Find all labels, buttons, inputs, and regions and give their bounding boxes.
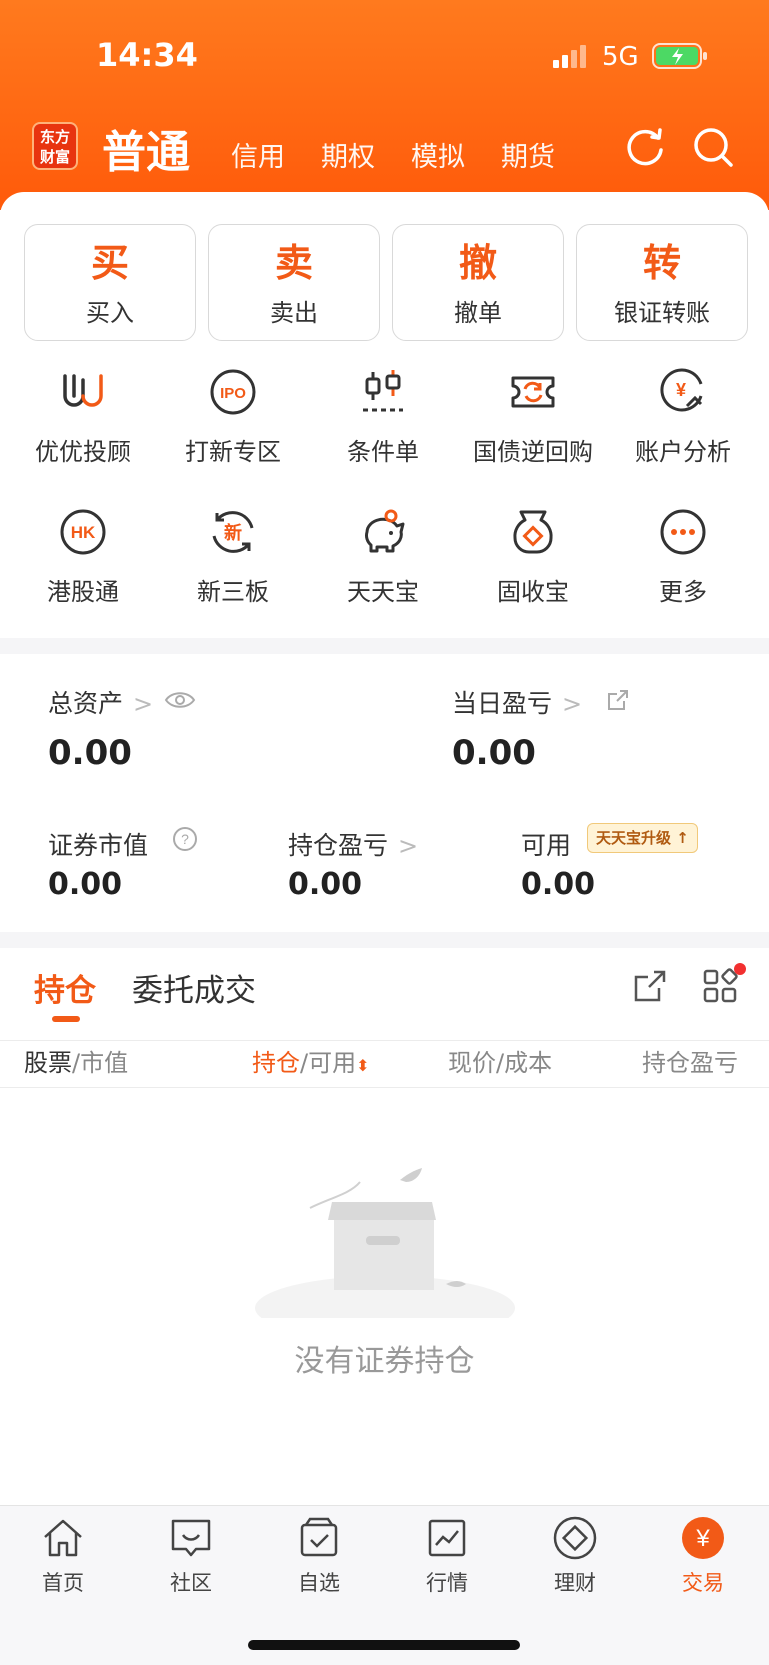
sort-icon: ⬍: [356, 1056, 370, 1075]
available-label: 可用: [521, 831, 572, 860]
feature-conditional-order[interactable]: 条件单: [308, 366, 458, 467]
position-pnl-value: 0.00: [288, 867, 363, 902]
piggy-bank-icon: [365, 509, 405, 553]
trade-icon: ¥: [682, 1517, 724, 1559]
notification-dot: [734, 963, 746, 975]
money-bag-icon: [513, 510, 553, 554]
available-value: 0.00: [521, 867, 596, 902]
buy-button[interactable]: 买 买入: [24, 224, 196, 341]
tab-futures[interactable]: 期货: [501, 135, 555, 174]
market-icon: [428, 1519, 466, 1557]
empty-box-illustration: [255, 1168, 515, 1318]
col-pnl[interactable]: 持仓盈亏: [642, 1043, 744, 1078]
empty-holdings-text: 没有证券持仓: [294, 1344, 475, 1379]
chevron-right-icon: >: [562, 690, 583, 718]
nav-trade[interactable]: ¥ 交易: [653, 1515, 753, 1597]
tab-credit[interactable]: 信用: [231, 135, 285, 174]
cancel-order-button[interactable]: 撤 撤单: [392, 224, 564, 341]
sell-button[interactable]: 卖 卖出: [208, 224, 380, 341]
neeq-icon: 新: [212, 511, 254, 553]
app-header: 14:34 5G 东方 财富 普通 信用 期权 模拟 期货: [0, 0, 769, 210]
svg-text:¥: ¥: [676, 380, 686, 400]
ipo-icon: IPO: [210, 369, 256, 415]
svg-text:¥: ¥: [695, 1525, 710, 1552]
feature-uu-advisor[interactable]: 优优投顾: [8, 366, 158, 467]
transfer-button[interactable]: 转 银证转账: [576, 224, 748, 341]
feature-bond-repo[interactable]: 国债逆回购: [458, 366, 608, 467]
nav-wealth[interactable]: 理财: [525, 1515, 625, 1597]
refresh-icon[interactable]: [622, 124, 668, 170]
watchlist-icon: [300, 1517, 338, 1557]
chevron-right-icon: >: [133, 690, 154, 718]
wealth-icon: [553, 1516, 597, 1560]
account-analysis-icon: ¥: [660, 368, 703, 412]
signal-icon: [553, 45, 586, 68]
search-icon[interactable]: [690, 124, 736, 170]
upgrade-badge[interactable]: 天天宝升级 ↑: [587, 823, 698, 853]
share-icon[interactable]: [606, 688, 630, 712]
feature-gushoubao[interactable]: 固收宝: [458, 506, 608, 607]
col-holding[interactable]: 持仓/可用⬍: [252, 1043, 370, 1078]
col-stock[interactable]: 股票/市值: [24, 1043, 128, 1078]
tab-positions[interactable]: 持仓: [34, 965, 96, 1010]
tab-normal[interactable]: 普通: [102, 116, 190, 180]
candlestick-icon: [363, 370, 403, 412]
feature-ipo[interactable]: IPO 打新专区: [158, 366, 308, 467]
svg-text:?: ?: [181, 831, 189, 847]
bond-repo-icon: [511, 376, 555, 408]
feature-hk-connect[interactable]: HK 港股通: [8, 506, 158, 607]
nav-watchlist[interactable]: 自选: [269, 1515, 369, 1597]
home-indicator: [248, 1640, 520, 1650]
network-type: 5G: [602, 42, 639, 72]
market-value: 0.00: [48, 867, 123, 902]
uu-advisor-icon: [63, 374, 103, 407]
active-tab-indicator: [52, 1016, 80, 1022]
tab-options[interactable]: 期权: [321, 135, 375, 174]
tab-simulate[interactable]: 模拟: [411, 135, 465, 174]
svg-text:IPO: IPO: [220, 385, 246, 402]
total-assets-value: 0.00: [48, 733, 132, 773]
hk-icon: HK: [60, 509, 106, 555]
feature-neeq[interactable]: 新 新三板: [158, 506, 308, 607]
feature-more[interactable]: 更多: [608, 506, 758, 607]
feature-tiantianbao[interactable]: 天天宝: [308, 506, 458, 607]
export-icon[interactable]: [632, 968, 668, 1004]
feature-account-analysis[interactable]: ¥ 账户分析: [608, 366, 758, 467]
col-price[interactable]: 现价/成本: [448, 1043, 552, 1078]
nav-community[interactable]: 社区: [141, 1515, 241, 1597]
daily-pnl-link[interactable]: 当日盈亏 >: [452, 684, 582, 720]
market-value-label: 证券市值: [48, 831, 149, 860]
help-icon[interactable]: ?: [172, 826, 198, 852]
total-assets-link[interactable]: 总资产 >: [48, 684, 153, 720]
chevron-right-icon: >: [398, 832, 419, 860]
position-pnl-link[interactable]: 持仓盈亏 >: [288, 826, 418, 862]
apps-grid-icon[interactable]: [702, 968, 738, 1004]
nav-market[interactable]: 行情: [397, 1515, 497, 1597]
svg-text:HK: HK: [71, 523, 96, 542]
daily-pnl-value: 0.00: [452, 733, 536, 773]
eye-icon[interactable]: [164, 688, 196, 712]
svg-text:新: 新: [224, 522, 242, 544]
home-icon: [44, 1519, 82, 1557]
community-icon: [171, 1519, 211, 1557]
section-divider: [0, 932, 769, 948]
nav-home[interactable]: 首页: [13, 1515, 113, 1597]
app-logo: 东方 财富: [32, 122, 78, 170]
tab-orders[interactable]: 委托成交: [132, 965, 256, 1010]
battery-icon: [652, 43, 707, 69]
status-time: 14:34: [96, 36, 198, 74]
more-icon: [660, 509, 706, 555]
section-divider: [0, 638, 769, 654]
